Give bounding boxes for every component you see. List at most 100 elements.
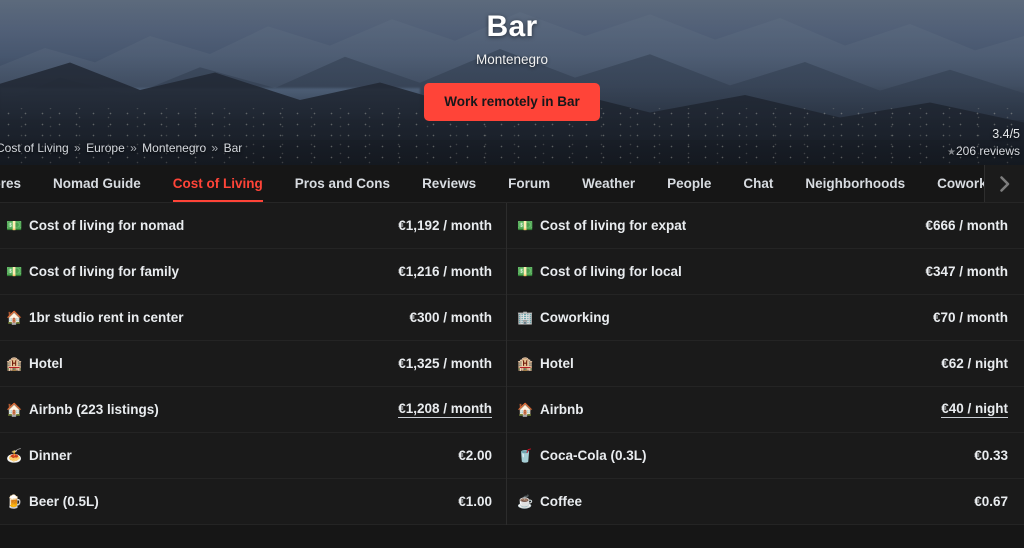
- cost-row-label: Beer (0.5L): [29, 494, 99, 509]
- nav-tab-cost-of-living[interactable]: Cost of Living: [157, 165, 279, 202]
- cost-row-value: €62 / night: [941, 356, 1008, 371]
- table-row: 🍺 Beer (0.5L) €1.00: [0, 479, 506, 525]
- cost-row-value: €1,216 / month: [398, 264, 492, 279]
- cost-table-right-column: 💵 Cost of living for expat €666 / month 💵 Co…: [506, 203, 1024, 525]
- cost-row-label: Coca-Cola (0.3L): [540, 448, 647, 463]
- cost-row-label-group: 🏠 1br studio rent in center: [6, 310, 184, 325]
- table-row: 🏠 Airbnb (223 listings) €1,208 / month: [0, 387, 506, 433]
- chevron-right-icon: [999, 175, 1009, 192]
- house-icon: 🏠: [6, 402, 23, 417]
- nav-scroll-container[interactable]: ScoresNomad GuideCost of LivingPros and …: [0, 165, 1024, 202]
- table-row: 🍝 Dinner €2.00: [0, 433, 506, 479]
- table-row: 🏠 Airbnb €40 / night: [507, 387, 1024, 433]
- cost-row-value: €1,192 / month: [398, 218, 492, 233]
- hotel-icon: 🏨: [517, 356, 534, 371]
- table-row: 🏠 1br studio rent in center €300 / month: [0, 295, 506, 341]
- rating-reviews-count: ★206 reviews: [947, 143, 1020, 160]
- breadcrumb-item-1[interactable]: Europe: [86, 141, 125, 155]
- table-row: 💵 Cost of living for expat €666 / month: [507, 203, 1024, 249]
- table-row: 💵 Cost of living for nomad €1,192 / month: [0, 203, 506, 249]
- house-icon: 🏠: [6, 310, 23, 325]
- cost-row-value: €666 / month: [925, 218, 1008, 233]
- table-row: 🏨 Hotel €1,325 / month: [0, 341, 506, 387]
- table-row: 💵 Cost of living for local €347 / month: [507, 249, 1024, 295]
- rating-reviews-label: 206 reviews: [955, 143, 1020, 158]
- nav-scroll-right-button[interactable]: [984, 165, 1024, 202]
- cost-row-label-group: 💵 Cost of living for nomad: [6, 218, 184, 233]
- money-icon: 💵: [6, 264, 23, 279]
- cost-row-label-group: 🥤 Coca-Cola (0.3L): [517, 448, 647, 463]
- house-icon: 🏠: [517, 402, 534, 417]
- cost-row-value: €70 / month: [932, 310, 1008, 325]
- page-title: Bar: [486, 10, 538, 43]
- table-row: 💵 Cost of living for family €1,216 / month: [0, 249, 506, 295]
- city-section-nav: ScoresNomad GuideCost of LivingPros and …: [0, 165, 1024, 203]
- table-row: 🥤 Coca-Cola (0.3L) €0.33: [507, 433, 1024, 479]
- money-icon: 💵: [517, 264, 534, 279]
- nav-tab-reviews[interactable]: Reviews: [406, 165, 492, 202]
- cost-row-value: €1,325 / month: [398, 356, 492, 371]
- breadcrumb: Cost of Living » Europe » Montenegro » B…: [0, 141, 242, 155]
- cost-row-label-group: 💵 Cost of living for local: [517, 264, 682, 279]
- table-row: 🏢 Coworking €70 / month: [507, 295, 1024, 341]
- breadcrumb-separator: »: [74, 141, 81, 155]
- cost-row-label: Cost of living for nomad: [29, 218, 185, 233]
- breadcrumb-separator: »: [211, 141, 219, 155]
- nav-tab-chat[interactable]: Chat: [727, 165, 789, 202]
- cost-row-label-group: 🏠 Airbnb (223 listings): [6, 402, 159, 417]
- hotel-icon: 🏨: [6, 356, 23, 371]
- cost-row-label: Dinner: [29, 448, 72, 463]
- breadcrumb-separator: »: [130, 141, 137, 155]
- cost-row-label-group: 🏠 Airbnb: [517, 402, 584, 417]
- cost-row-label-group: 🏨 Hotel: [517, 356, 574, 371]
- rating-summary[interactable]: 3.4/5 ★206 reviews: [947, 126, 1020, 159]
- cup-with-straw-icon: 🥤: [517, 448, 534, 463]
- city-hero-banner: Bar Montenegro Work remotely in Bar Cost…: [0, 0, 1024, 165]
- nav-tab-nomad-guide[interactable]: Nomad Guide: [37, 165, 157, 202]
- money-icon: 💵: [517, 218, 534, 233]
- cost-row-value: €0.33: [974, 448, 1008, 463]
- table-row: 🏨 Hotel €62 / night: [507, 341, 1024, 387]
- breadcrumb-item-2[interactable]: Montenegro: [142, 141, 206, 155]
- table-row: ☕ Coffee €0.67: [507, 479, 1024, 525]
- page-bottom-filler: [0, 525, 1024, 548]
- cost-row-label: Airbnb: [540, 402, 584, 417]
- cost-row-value[interactable]: €1,208 / month: [398, 401, 492, 418]
- nav-tab-weather[interactable]: Weather: [566, 165, 651, 202]
- money-icon: 💵: [6, 218, 23, 233]
- cost-row-label-group: ☕ Coffee: [517, 494, 582, 509]
- cost-row-label: Airbnb (223 listings): [29, 402, 159, 417]
- cost-row-label-group: 🏢 Coworking: [517, 310, 610, 325]
- cost-row-label-group: 💵 Cost of living for expat: [517, 218, 686, 233]
- star-icon: ★: [947, 146, 956, 158]
- cost-row-label: 1br studio rent in center: [29, 310, 184, 325]
- beer-icon: 🍺: [6, 494, 23, 509]
- nav-tab-pros-and-cons[interactable]: Pros and Cons: [279, 165, 406, 202]
- cost-row-label: Cost of living for family: [29, 264, 180, 279]
- cost-row-value: €2.00: [458, 448, 492, 463]
- office-building-icon: 🏢: [517, 310, 534, 325]
- cost-row-value: €347 / month: [925, 264, 1008, 279]
- nav-tab-people[interactable]: People: [651, 165, 727, 202]
- cost-row-label: Cost of living for expat: [540, 218, 687, 233]
- cost-row-label: Cost of living for local: [540, 264, 682, 279]
- cost-row-label: Hotel: [29, 356, 63, 371]
- nav-tab-scores[interactable]: Scores: [0, 165, 37, 202]
- plate-icon: 🍝: [6, 448, 23, 463]
- cost-row-value[interactable]: €40 / night: [941, 401, 1008, 418]
- breadcrumb-item-3[interactable]: Bar: [224, 141, 243, 155]
- cost-row-label: Coffee: [540, 494, 583, 509]
- work-remotely-button[interactable]: Work remotely in Bar: [424, 83, 600, 121]
- cost-row-label: Coworking: [540, 310, 610, 325]
- nav-tab-forum[interactable]: Forum: [492, 165, 566, 202]
- nav-tab-neighborhoods[interactable]: Neighborhoods: [789, 165, 921, 202]
- breadcrumb-item-0[interactable]: Cost of Living: [0, 141, 69, 155]
- cost-row-value: €300 / month: [409, 310, 492, 325]
- cost-row-label: Hotel: [540, 356, 574, 371]
- cost-row-label-group: 🏨 Hotel: [6, 356, 63, 371]
- cost-row-label-group: 💵 Cost of living for family: [6, 264, 179, 279]
- cost-table-left-column: 💵 Cost of living for nomad €1,192 / month 💵…: [0, 203, 506, 525]
- cost-row-value: €0.67: [974, 494, 1008, 509]
- cost-row-value: €1.00: [458, 494, 492, 509]
- country-subtitle: Montenegro: [475, 52, 549, 67]
